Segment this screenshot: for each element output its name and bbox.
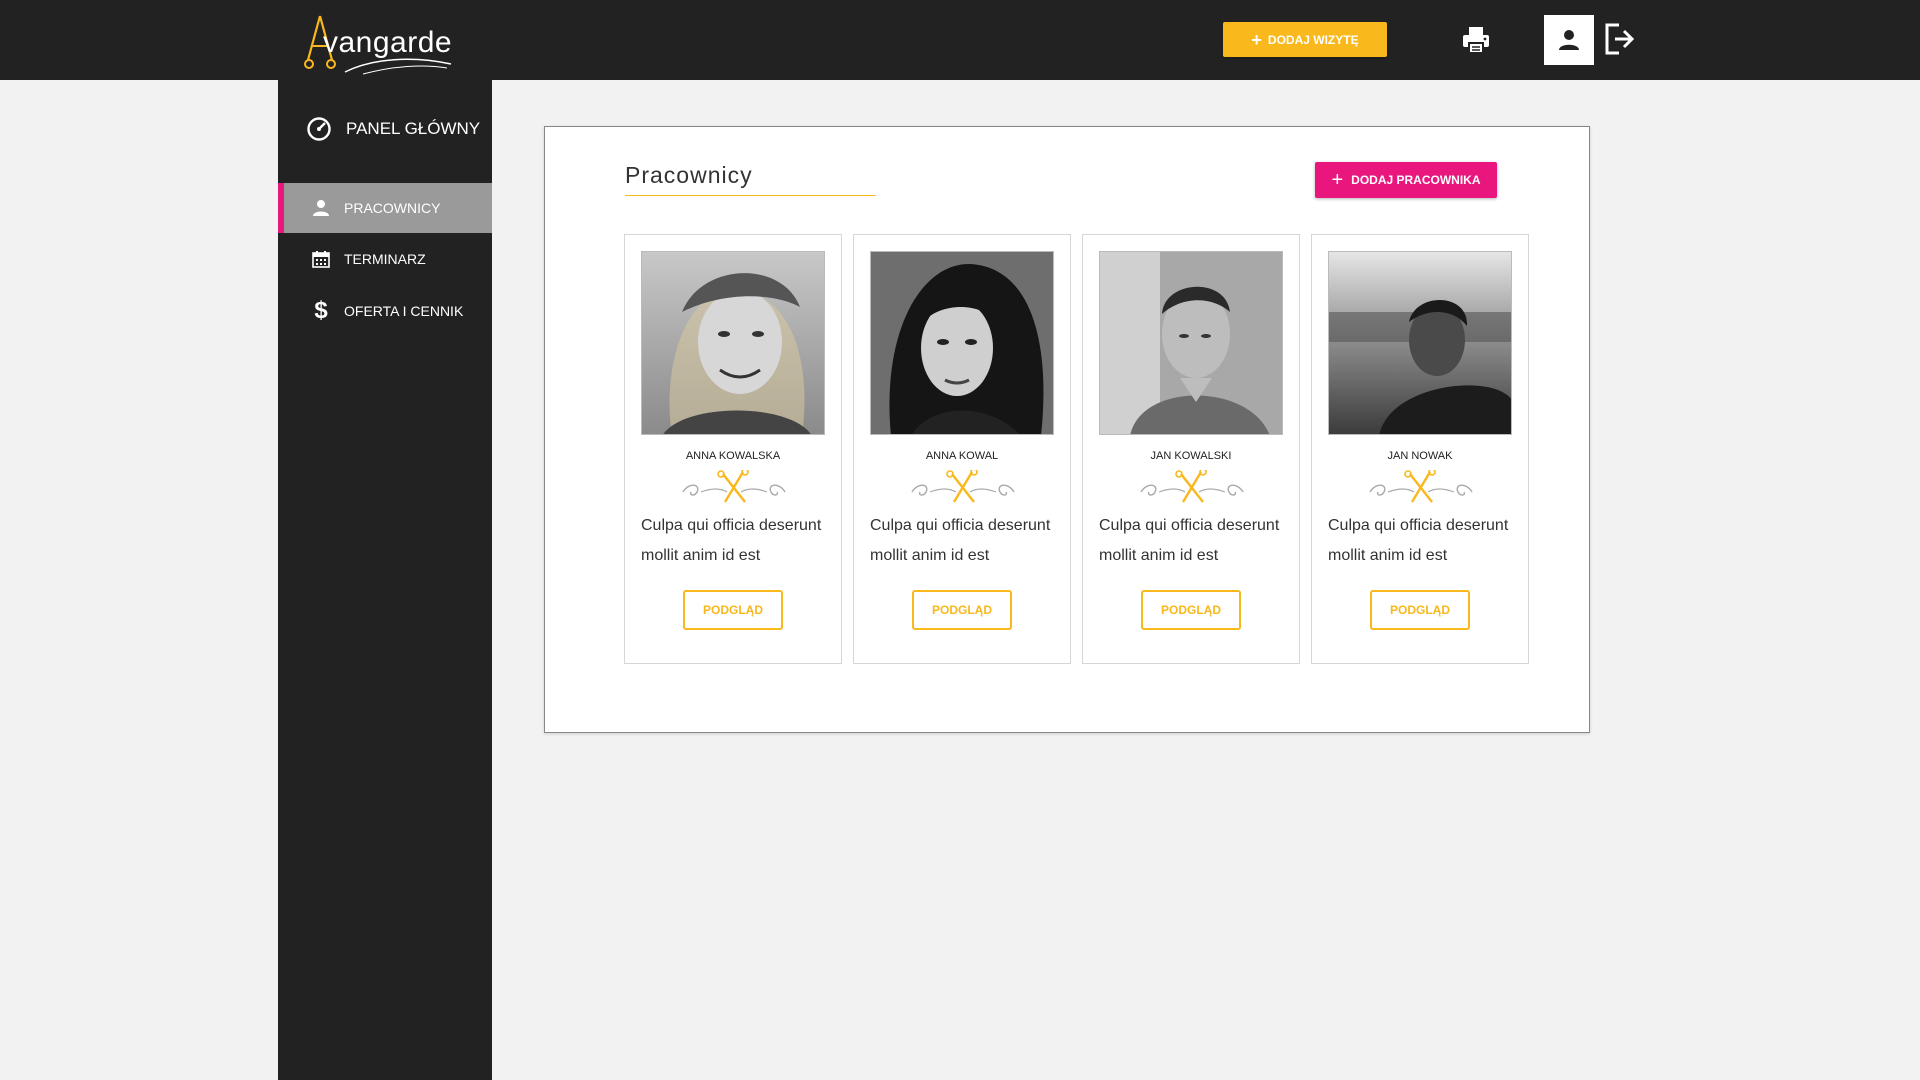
employee-card: ANNA KOWAL Culpa qui officia deserunt mo… [853,234,1071,664]
preview-button[interactable]: PODGLĄD [1370,590,1470,630]
scissors-ornament-icon [1140,470,1244,503]
preview-button[interactable]: PODGLĄD [912,590,1012,630]
sidebar: PANEL GŁÓWNY PRACOWNICY TERMINARZ $ OFER… [278,80,492,1080]
employee-name: JAN NOWAK [1387,450,1453,462]
add-visit-button[interactable]: + DODAJ WIZYTĘ [1223,22,1387,57]
dashboard-gauge-icon [307,117,331,141]
employee-photo [641,251,825,435]
person-icon [310,197,332,219]
sidebar-item-terminarz[interactable]: TERMINARZ [278,234,492,284]
scissors-ornament-icon [1369,470,1473,503]
sidebar-item-label: PRACOWNICY [344,200,441,216]
sidebar-item-pracownicy[interactable]: PRACOWNICY [278,183,492,233]
employee-name: ANNA KOWAL [925,450,999,462]
user-profile-button[interactable] [1544,15,1594,65]
employee-photo [870,251,1054,435]
user-icon [1559,30,1579,50]
calendar-icon [310,248,332,270]
dollar-icon: $ [314,297,328,324]
top-bar: vangarde + DODAJ WIZYTĘ [0,0,1920,80]
plus-icon: + [1251,29,1262,50]
logo-swash-icon [344,58,452,75]
employee-name: JAN KOWALSKI [1150,450,1232,462]
employees-panel: Pracownicy + DODAJ PRACOWNIKA ANNA KOWAL… [544,126,1590,733]
employee-card: ANNA KOWALSKA Culpa qui officia deserunt… [624,234,842,664]
employee-card: JAN NOWAK Culpa qui officia deserunt mol… [1311,234,1529,664]
employee-name: ANNA KOWALSKA [685,450,781,462]
scissors-ornament-icon [911,470,1015,503]
preview-button[interactable]: PODGLĄD [683,590,783,630]
employee-photo [1328,251,1512,435]
employee-description: Culpa qui officia deserunt mollit anim i… [1099,517,1280,564]
sidebar-item-label: OFERTA I CENNIK [344,303,464,319]
printer-icon[interactable] [1460,24,1492,56]
employee-photo [1099,251,1283,435]
preview-button[interactable]: PODGLĄD [1141,590,1241,630]
add-employee-button[interactable]: + DODAJ PRACOWNIKA [1315,162,1497,198]
employee-card: JAN KOWALSKI Culpa qui officia deserunt … [1082,234,1300,664]
logout-icon[interactable] [1603,22,1635,56]
sidebar-panel-glowny[interactable]: PANEL GŁÓWNY [306,116,480,142]
add-employee-label: DODAJ PRACOWNIKA [1351,173,1481,187]
scissors-ornament-icon [682,470,786,503]
sidebar-item-oferta-i-cennik[interactable]: $ OFERTA I CENNIK [278,286,492,336]
plus-icon: + [1331,169,1344,191]
sidebar-item-label: TERMINARZ [344,251,426,267]
add-visit-label: DODAJ WIZYTĘ [1267,32,1359,47]
page-title: Pracownicy [625,162,876,196]
employee-description: Culpa qui officia deserunt mollit anim i… [641,517,822,564]
employee-description: Culpa qui officia deserunt mollit anim i… [1328,517,1509,564]
panel-label: PANEL GŁÓWNY [346,119,481,138]
employee-description: Culpa qui officia deserunt mollit anim i… [870,517,1051,564]
brand-logo[interactable]: vangarde [303,14,453,75]
